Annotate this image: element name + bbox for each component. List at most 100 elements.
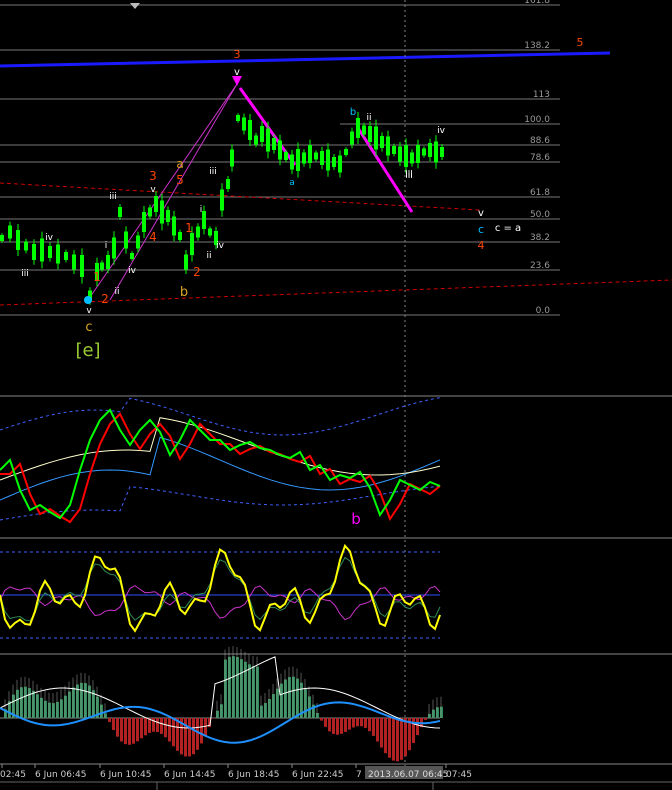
hist-bar-31 [124,718,127,745]
hist-bar-5 [20,687,23,718]
hist-bar-29 [116,718,119,737]
cursor-time-label: 2013.06.07 06:45 [368,770,448,780]
candle-body-20 [142,212,146,232]
candle-body-48 [308,145,312,163]
wave-label-12: iii [109,192,117,202]
hist-bar-96 [384,718,387,754]
wave-label-13: 4 [149,230,157,244]
candle-body-10 [80,255,84,277]
hist-bar-90 [360,718,363,727]
candle-body-56 [356,118,360,138]
hist-bar-26 [104,713,107,718]
hist-bar-71 [284,679,287,718]
candle-body-6 [48,246,52,258]
hist-bar-65 [260,705,263,718]
time-label-2: 6 Jun 10:45 [100,770,151,780]
low-marker-icon [84,296,92,304]
candle-body-37 [242,117,246,131]
candle-body-40 [260,126,264,142]
wave-label-27: ii [114,287,119,297]
hist-bar-85 [340,718,343,734]
candle-body-55 [350,131,354,145]
hist-bar-79 [316,712,319,718]
hist-bar-94 [376,718,379,742]
hist-bar-48 [192,718,195,755]
candle-body-53 [338,155,342,173]
hist-bar-4 [16,689,19,718]
hist-bar-7 [28,688,31,718]
hist-bar-100 [400,718,403,760]
hist-bar-70 [280,683,283,718]
candle-body-29 [196,226,200,238]
hist-bar-34 [136,718,139,742]
wave-label-31: v [478,208,484,219]
wave-label-10: 3 [149,169,157,183]
wave-label-23: iv [45,233,54,243]
hist-bar-15 [60,699,63,718]
candle-body-1 [8,225,12,239]
fib-label-10: 0.0 [536,306,551,316]
fib-label-6: 61.8 [530,188,550,198]
hist-bar-33 [132,718,135,744]
hist-bar-76 [304,688,307,718]
hist-bar-63 [252,666,255,718]
hist-bar-95 [380,718,383,748]
hist-bar-66 [264,703,267,718]
chart-background [0,0,672,790]
hist-bar-55 [220,704,223,718]
candle-body-7 [56,244,60,264]
candle-body-50 [320,151,324,165]
candle-body-46 [296,149,300,171]
wave-label-32: c [478,223,484,236]
candle-body-63 [398,146,402,162]
trading-chart: 161.8138.2113100.088.678.661.850.038.223… [0,0,672,790]
wave-label-33: c = a [495,223,521,234]
wave-label-8: a [176,157,183,171]
hist-bar-18 [72,687,75,718]
candle-body-8 [64,252,68,260]
candle-body-42 [272,138,276,150]
fib-label-1: 138.2 [524,41,550,51]
hist-bar-6 [24,686,27,718]
hist-bar-39 [156,718,159,733]
hist-bar-47 [188,718,191,757]
candle-body-33 [220,189,224,211]
time-label-7: 07:45 [446,770,472,780]
wave-label-22: i [105,241,108,251]
candle-body-31 [208,228,212,236]
candle-body-65 [410,152,414,164]
candle-body-61 [386,136,390,156]
hist-bar-9 [36,694,39,718]
hist-bar-50 [200,718,203,744]
hist-bar-86 [344,718,347,732]
hist-bar-87 [348,718,351,730]
hist-bar-58 [232,656,235,718]
candle-body-21 [148,207,152,217]
hist-bar-92 [368,718,371,732]
candle-body-59 [374,126,378,150]
hist-bar-80 [320,718,323,721]
hist-bar-30 [120,718,123,742]
candle-body-23 [160,200,164,224]
hist-bar-41 [164,718,167,738]
hist-bar-104 [416,718,419,736]
candle-body-36 [236,115,240,121]
candle-body-26 [178,232,182,240]
wave-label-14: 1 [185,221,193,235]
wave-label-21: iv [128,266,137,276]
wave-label-5: iv [437,126,446,136]
fib-label-8: 38.2 [530,233,550,243]
fib-label-0: 161.8 [524,0,550,6]
candle-body-30 [202,211,206,229]
wave-label-11: v [150,185,156,195]
wave-label-2: v [234,67,240,78]
wave-label-35: iii [405,170,413,180]
hist-bar-91 [364,718,367,728]
candle-body-9 [72,254,76,270]
hist-bar-101 [404,718,407,757]
wave-label-36: b [351,510,361,528]
wave-label-34: 4 [478,239,485,252]
hist-bar-27 [108,718,111,723]
hist-bar-57 [228,656,231,718]
hist-bar-109 [436,707,439,718]
